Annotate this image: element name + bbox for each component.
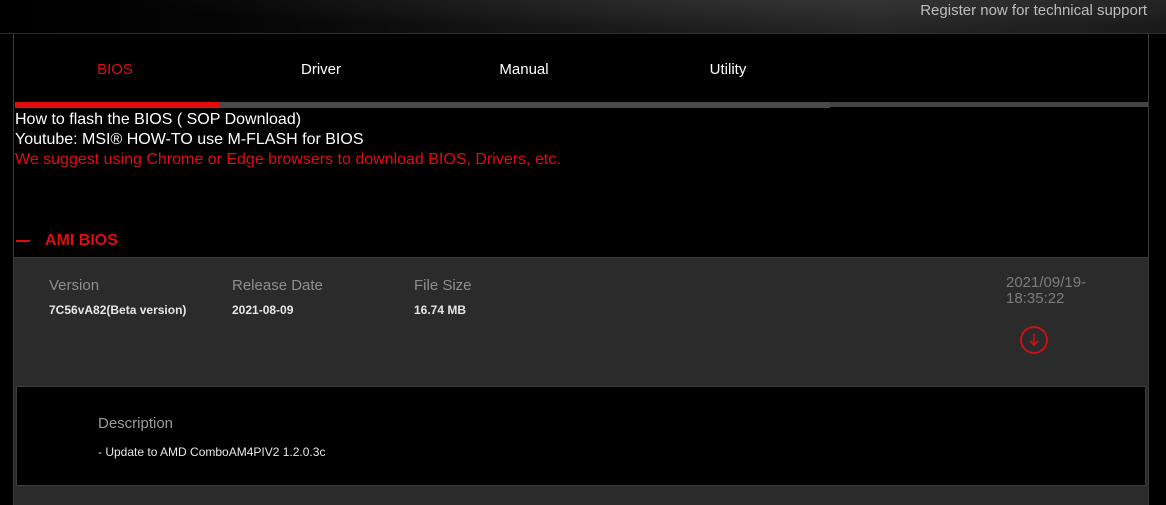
file-size-column: File Size 16.74 MB — [414, 277, 472, 317]
register-support-link[interactable]: Register now for technical support — [920, 2, 1147, 19]
section-title: AMI BIOS — [45, 232, 118, 249]
browser-suggestion-note: We suggest using Chrome or Edge browsers… — [15, 151, 561, 168]
version-column: Version 7C56vA82(Beta version) — [49, 277, 186, 317]
active-tab-indicator — [15, 102, 219, 108]
file-size-value: 16.74 MB — [414, 303, 467, 317]
flash-bios-sop-link[interactable]: How to flash the BIOS ( SOP Download) — [15, 110, 561, 130]
tab-bar: BIOS Driver Manual Utility — [14, 34, 1148, 108]
collapse-minus-icon — [16, 240, 30, 242]
ami-bios-section-toggle[interactable]: AMI BIOS — [16, 232, 118, 250]
version-label: Version — [49, 277, 100, 294]
description-label: Description — [98, 415, 174, 432]
youtube-mflash-link[interactable]: Youtube: MSI® HOW-TO use M-FLASH for BIO… — [15, 130, 561, 150]
tab-manual[interactable]: Manual — [434, 61, 614, 78]
description-panel: Description - Update to AMD ComboAM4PIV2… — [14, 386, 1148, 505]
tab-utility[interactable]: Utility — [638, 61, 818, 78]
release-date-column: Release Date 2021-08-09 — [232, 277, 323, 317]
download-button[interactable] — [1020, 326, 1048, 354]
description-text: - Update to AMD ComboAM4PIV2 1.2.0.3c — [98, 445, 326, 459]
page: Register now for technical support BIOS … — [0, 0, 1166, 505]
bios-entry-card: Version 7C56vA82(Beta version) Release D… — [14, 257, 1148, 387]
intro-links: How to flash the BIOS ( SOP Download) Yo… — [15, 110, 561, 170]
tab-bios[interactable]: BIOS — [25, 61, 205, 78]
tab-track — [15, 102, 830, 108]
file-size-label: File Size — [414, 277, 472, 294]
release-date-value: 2021-08-09 — [232, 303, 294, 317]
tab-track-end — [830, 102, 1148, 107]
content-frame: BIOS Driver Manual Utility How to flash … — [13, 34, 1149, 505]
version-value: 7C56vA82(Beta version) — [49, 303, 187, 317]
upload-timestamp: 2021/09/19-18:35:22 — [1006, 274, 1087, 307]
description-box: Description - Update to AMD ComboAM4PIV2… — [16, 386, 1146, 486]
release-date-label: Release Date — [232, 277, 323, 294]
tab-driver[interactable]: Driver — [231, 61, 411, 78]
download-arrow-icon — [1029, 334, 1039, 347]
